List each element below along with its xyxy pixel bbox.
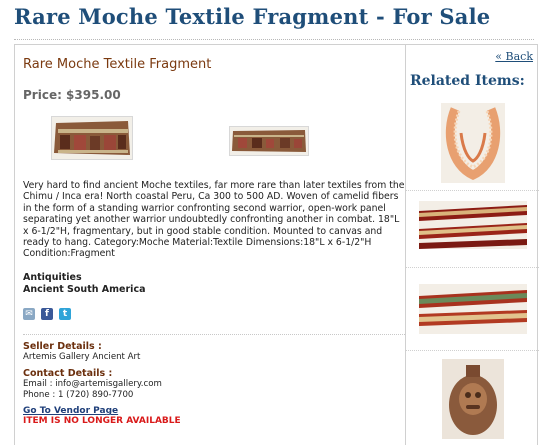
- textile-fragment-photo-1: [52, 117, 132, 159]
- share-buttons: ✉ f t: [23, 307, 405, 320]
- product-title: Rare Moche Textile Fragment: [23, 57, 212, 72]
- email-share-icon[interactable]: ✉: [23, 307, 35, 320]
- contact-details-heading: Contact Details :: [23, 368, 113, 380]
- textile-fragment-photo-2: [230, 127, 308, 155]
- product-gallery: [23, 110, 405, 168]
- category-secondary[interactable]: Ancient South America: [23, 284, 405, 296]
- section-divider: [23, 333, 405, 335]
- listing-panel: Rare Moche Textile Fragment Price: $395.…: [14, 44, 539, 445]
- seller-details-heading: Seller Details :: [23, 340, 102, 352]
- product-price: Price: $395.00: [23, 88, 121, 102]
- back-link[interactable]: « Back: [495, 50, 533, 63]
- related-items-heading: Related Items:: [410, 73, 525, 89]
- category-list: Antiquities Ancient South America: [23, 272, 405, 296]
- title-divider: [14, 39, 534, 40]
- contact-phone: Phone : 1 (720) 890-7700: [23, 389, 134, 400]
- product-image-2[interactable]: [229, 126, 309, 156]
- shell-necklace-thumbnail: [440, 103, 505, 183]
- product-details: Rare Moche Textile Fragment Price: $395.…: [23, 57, 405, 426]
- textile-band-thumbnail: [418, 284, 527, 334]
- related-item-3[interactable]: [406, 267, 539, 343]
- category-primary[interactable]: Antiquities: [23, 272, 405, 284]
- related-item-2[interactable]: [406, 190, 539, 251]
- related-item-4[interactable]: [406, 350, 539, 446]
- twitter-share-icon[interactable]: t: [59, 307, 71, 320]
- related-item-1[interactable]: [406, 101, 539, 185]
- product-description: Very hard to find ancient Moche textiles…: [23, 180, 405, 260]
- textile-band-thumbnail: [418, 201, 527, 249]
- related-sidebar: « Back Related Items:: [405, 45, 539, 445]
- page-title: Rare Moche Textile Fragment - For Sale: [14, 4, 491, 29]
- ceramic-vessel-thumbnail: [441, 359, 504, 439]
- facebook-share-icon[interactable]: f: [41, 307, 53, 320]
- contact-email: Email : info@artemisgallery.com: [23, 379, 162, 390]
- seller-name: Artemis Gallery Ancient Art: [23, 351, 141, 362]
- vendor-page-link[interactable]: Go To Vendor Page: [23, 406, 405, 416]
- product-image-1[interactable]: [51, 116, 133, 160]
- availability-status: ITEM IS NO LONGER AVAILABLE: [23, 416, 181, 427]
